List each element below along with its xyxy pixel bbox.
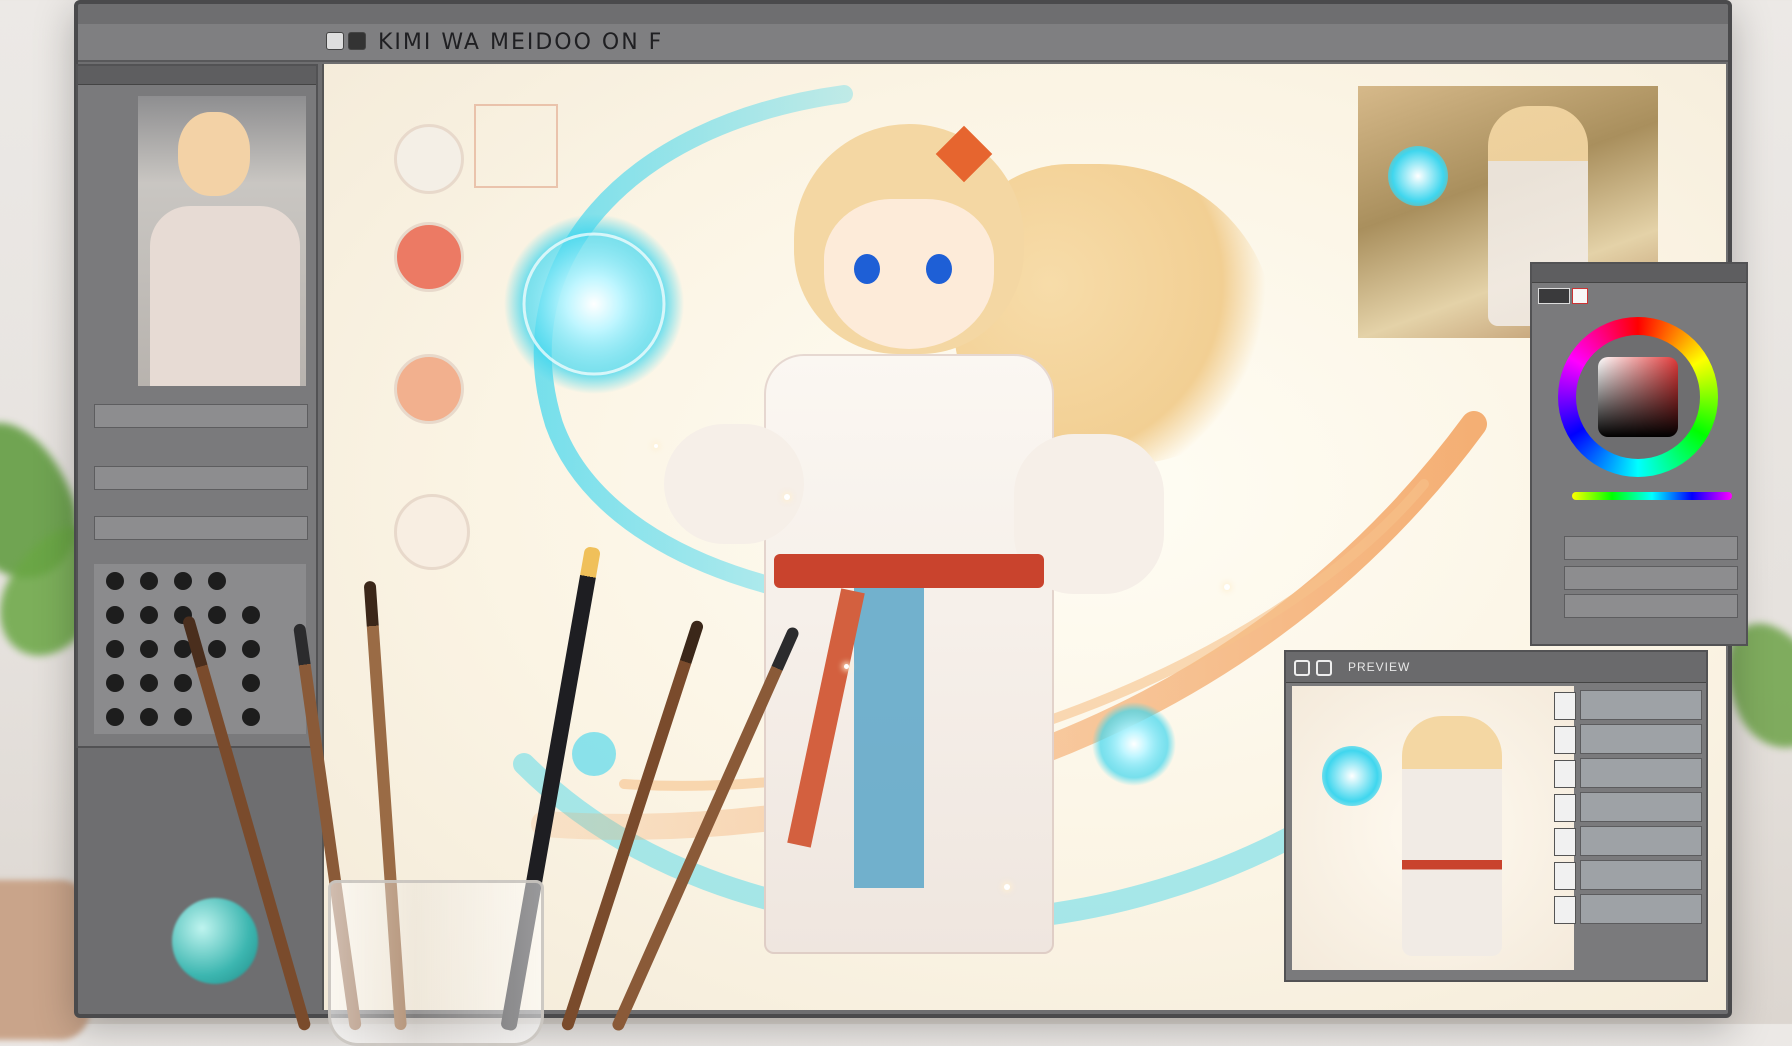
sparkle: [844, 664, 849, 669]
brush-preset[interactable]: [208, 606, 226, 624]
layer-visibility-icon[interactable]: [1554, 726, 1576, 754]
color-slider-2[interactable]: [1564, 566, 1738, 590]
preview-toggle-icon[interactable]: [1294, 660, 1310, 676]
brush-preset[interactable]: [174, 606, 192, 624]
brush-preset[interactable]: [106, 572, 124, 590]
sparkle: [784, 494, 790, 500]
brush-preset[interactable]: [140, 640, 158, 658]
window-title: KIMI WA MEIDOO ON F: [378, 30, 664, 55]
brush-preset[interactable]: [106, 606, 124, 624]
brush-preset[interactable]: [174, 572, 192, 590]
brush-preset[interactable]: [242, 606, 260, 624]
layer-visibility-icon[interactable]: [1554, 862, 1576, 890]
close-icon[interactable]: [1572, 288, 1588, 304]
brush-preset[interactable]: [242, 674, 260, 692]
layer-visibility-icon[interactable]: [1554, 692, 1576, 720]
glass-marble: [172, 898, 258, 984]
brush-preset[interactable]: [106, 640, 124, 658]
brush-preset[interactable]: [140, 674, 158, 692]
brush-preset[interactable]: [208, 640, 226, 658]
preview-header: PREVIEW: [1286, 652, 1706, 683]
preview-figure: [1402, 716, 1502, 956]
brush-preset[interactable]: [242, 640, 260, 658]
character-eye-left: [854, 254, 880, 284]
preview-toggle-icon-2[interactable]: [1316, 660, 1332, 676]
preview-panel: PREVIEW: [1284, 650, 1708, 982]
color-panel-header: [1532, 264, 1746, 283]
hue-slider[interactable]: [1572, 492, 1732, 500]
left-slider-1[interactable]: [94, 404, 308, 428]
brush-preset[interactable]: [174, 708, 192, 726]
brush-grid: [94, 564, 306, 734]
color-slider-3[interactable]: [1564, 594, 1738, 618]
preview-title: PREVIEW: [1348, 660, 1411, 674]
magic-orb-tiny: [572, 732, 616, 776]
brush-preset[interactable]: [208, 572, 226, 590]
character-belt: [774, 554, 1044, 588]
brush-preset[interactable]: [106, 674, 124, 692]
title-bar: KIMI WA MEIDOO ON F: [78, 24, 1728, 84]
palette-icon[interactable]: [1538, 288, 1570, 304]
layer-row[interactable]: [1580, 860, 1702, 890]
reference-portrait: [138, 96, 306, 386]
character-sash: [854, 588, 924, 888]
left-tool-panel: [76, 64, 318, 748]
color-slider-1[interactable]: [1564, 536, 1738, 560]
layer-row[interactable]: [1580, 724, 1702, 754]
layer-list: [1540, 686, 1706, 970]
character-eye-right: [926, 254, 952, 284]
layer-visibility-icon[interactable]: [1554, 896, 1576, 924]
layer-row[interactable]: [1580, 758, 1702, 788]
layer-visibility-icon[interactable]: [1554, 828, 1576, 856]
portrait-head: [178, 112, 250, 196]
brush-jar: [328, 880, 544, 1046]
character-face: [824, 199, 994, 349]
character-figure: [664, 104, 1274, 984]
app-menu-icon[interactable]: [348, 32, 366, 50]
brush-preset[interactable]: [140, 708, 158, 726]
brush-preset[interactable]: [106, 708, 124, 726]
layer-row[interactable]: [1580, 792, 1702, 822]
layer-visibility-icon[interactable]: [1554, 760, 1576, 788]
brush-preset[interactable]: [174, 674, 192, 692]
layer-row[interactable]: [1580, 690, 1702, 720]
layer-row[interactable]: [1580, 894, 1702, 924]
sparkle: [1004, 884, 1010, 890]
color-wheel-icon[interactable]: [1558, 317, 1718, 477]
left-panel-header: [78, 66, 316, 85]
brush-preset[interactable]: [140, 606, 158, 624]
thumbnail-orb: [1388, 146, 1448, 206]
sparkle: [1224, 584, 1230, 590]
left-slider-3[interactable]: [94, 516, 308, 540]
portrait-body: [150, 206, 300, 386]
left-slider-2[interactable]: [94, 466, 308, 490]
brush-preset[interactable]: [242, 708, 260, 726]
sparkle: [654, 444, 658, 448]
brush-preset[interactable]: [140, 572, 158, 590]
monitor: KIMI WA MEIDOO ON F PREVIEW: [74, 0, 1748, 1018]
preview-orb: [1322, 746, 1382, 806]
saturation-value-square[interactable]: [1598, 357, 1678, 437]
window-controls-icon[interactable]: [326, 32, 344, 50]
preview-image[interactable]: [1292, 686, 1574, 970]
character-sleeve-left: [664, 424, 804, 544]
magic-orb-main: [504, 214, 684, 394]
layer-visibility-icon[interactable]: [1554, 794, 1576, 822]
layer-row[interactable]: [1580, 826, 1702, 856]
brush-preset[interactable]: [174, 640, 192, 658]
